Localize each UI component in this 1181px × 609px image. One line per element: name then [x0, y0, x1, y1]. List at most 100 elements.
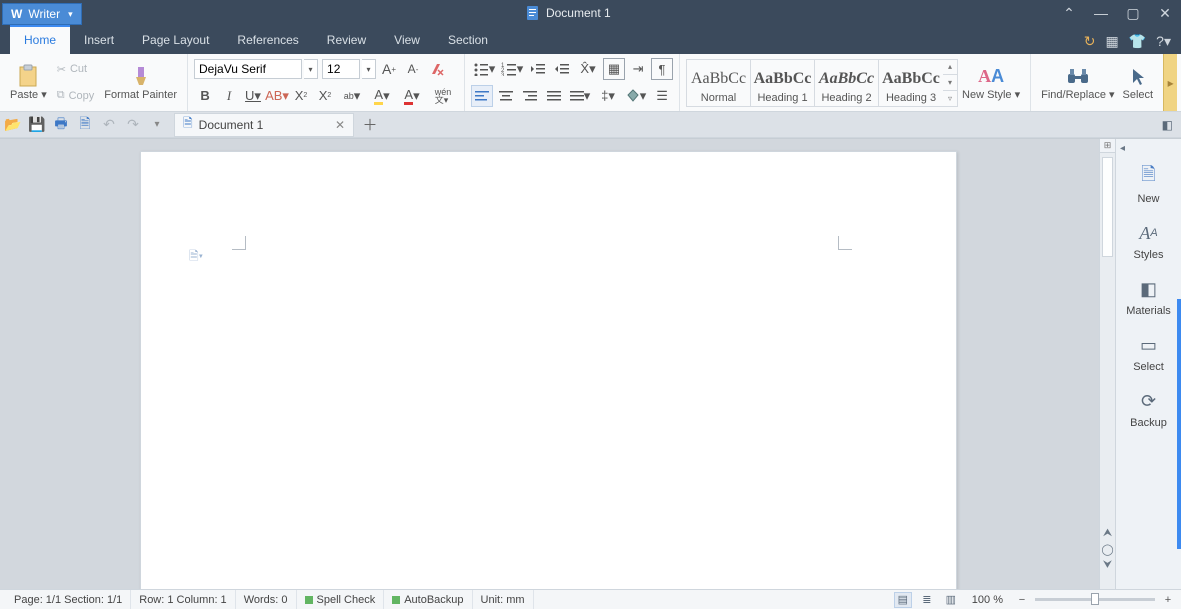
minimize-button[interactable]: — — [1085, 1, 1117, 25]
browse-object-button[interactable]: ◯ — [1100, 541, 1115, 557]
find-replace-button[interactable]: Find/Replace ▾ — [1037, 54, 1118, 111]
font-name-input[interactable] — [194, 59, 302, 79]
tab-insert[interactable]: Insert — [70, 27, 128, 54]
pane-backup[interactable]: ⟳ Backup — [1116, 381, 1181, 437]
format-painter-button[interactable]: Format Painter — [100, 54, 181, 111]
align-left-button[interactable] — [471, 85, 493, 107]
view-page-button[interactable]: ▤ — [894, 592, 912, 608]
strikethrough-button[interactable]: AB▾ — [266, 85, 288, 107]
bullets-button[interactable]: ▾ — [471, 58, 497, 80]
sync-icon[interactable]: ↻ — [1084, 33, 1096, 50]
status-unit[interactable]: Unit: mm — [473, 590, 534, 609]
tab-section[interactable]: Section — [434, 27, 502, 54]
style-heading-2[interactable]: AaBbCc Heading 2 — [815, 60, 879, 106]
tab-review[interactable]: Review — [313, 27, 380, 54]
align-justify-button[interactable] — [543, 85, 565, 107]
vertical-scrollbar[interactable]: ⊞ ⮝ ◯ ⮟ — [1099, 139, 1115, 589]
shading-button[interactable]: ▾ — [623, 85, 649, 107]
style-normal[interactable]: AaBbCc Normal — [687, 60, 751, 106]
subscript-button[interactable]: X2 — [314, 85, 336, 107]
cut-button[interactable]: ✂Cut — [55, 61, 97, 78]
clear-formatting-button[interactable] — [426, 58, 448, 80]
tab-page-layout[interactable]: Page Layout — [128, 27, 223, 54]
increase-indent-button[interactable] — [551, 58, 573, 80]
phonetic-guide-button[interactable]: wén文▾ — [428, 85, 458, 107]
align-center-button[interactable] — [495, 85, 517, 107]
shirt-icon[interactable]: 👕 — [1129, 33, 1146, 50]
italic-button[interactable]: I — [218, 85, 240, 107]
zoom-slider[interactable] — [1035, 598, 1155, 601]
pane-styles[interactable]: AA Styles — [1116, 213, 1181, 269]
copy-button[interactable]: ⧉Copy — [55, 87, 97, 104]
shrink-font-button[interactable]: A- — [402, 58, 424, 80]
page-options-button[interactable]: 🗎▾ — [186, 247, 206, 267]
style-heading-3[interactable]: AaBbCc Heading 3 — [879, 60, 943, 106]
zoom-level[interactable]: 100 % — [972, 594, 1003, 606]
ribbon-collapse-button[interactable]: ⌃ — [1053, 1, 1085, 25]
font-size-input[interactable] — [322, 59, 360, 79]
status-page[interactable]: Page: 1/1 Section: 1/1 — [6, 590, 131, 609]
new-style-button[interactable]: AA New Style ▾ — [958, 54, 1024, 111]
style-heading-1[interactable]: AaBbCc Heading 1 — [751, 60, 815, 106]
bold-button[interactable]: B — [194, 85, 216, 107]
new-tab-button[interactable]: ＋ — [358, 114, 382, 136]
status-spellcheck[interactable]: Spell Check — [297, 590, 385, 609]
styles-gallery-more[interactable]: ▴▾▿ — [943, 60, 957, 106]
superscript-button[interactable]: X2 — [290, 85, 312, 107]
decrease-indent-button[interactable] — [527, 58, 549, 80]
status-rowcol[interactable]: Row: 1 Column: 1 — [131, 590, 235, 609]
document-area[interactable]: 🗎▾ — [0, 139, 1099, 589]
undo-button[interactable]: ↶ — [100, 116, 118, 134]
numbering-button[interactable]: 123▾ — [499, 58, 525, 80]
help-icon[interactable]: ?▾ — [1156, 33, 1171, 50]
align-distributed-button[interactable]: ▾ — [567, 85, 593, 107]
qat-more-button[interactable]: ▾ — [148, 116, 166, 134]
paragraph-settings-button[interactable]: ☰ — [651, 85, 673, 107]
open-button[interactable]: 📂 — [4, 116, 22, 134]
text-direction-button[interactable]: X̂▾ — [575, 58, 601, 80]
document-tab[interactable]: 🗎 Document 1 ✕ — [174, 113, 354, 137]
pane-materials[interactable]: ◧ Materials — [1116, 269, 1181, 325]
tab-view[interactable]: View — [380, 27, 434, 54]
status-autobackup[interactable]: AutoBackup — [384, 590, 472, 609]
align-right-button[interactable] — [519, 85, 541, 107]
paste-button[interactable]: Paste ▾ — [6, 54, 51, 111]
status-words[interactable]: Words: 0 — [236, 590, 297, 609]
picture-icon[interactable]: ▦ — [1106, 33, 1119, 50]
font-size-dropdown[interactable]: ▾ — [362, 59, 376, 79]
change-case-button[interactable]: ab▾ — [338, 85, 366, 107]
close-tab-button[interactable]: ✕ — [335, 118, 345, 132]
borders-button[interactable]: ▦ — [603, 58, 625, 80]
next-page-button[interactable]: ⮟ — [1100, 557, 1115, 573]
show-marks-button[interactable]: ¶ — [651, 58, 673, 80]
save-button[interactable]: 💾 — [28, 116, 46, 134]
view-outline-button[interactable]: ≣ — [918, 592, 936, 608]
ribbon-overflow-button[interactable]: ▸ — [1163, 54, 1177, 111]
pane-select[interactable]: ▭ Select — [1116, 325, 1181, 381]
tab-home[interactable]: Home — [10, 25, 70, 54]
ruler-toggle-button[interactable]: ⊞ — [1100, 139, 1115, 153]
view-web-button[interactable]: ▥ — [942, 592, 960, 608]
tab-references[interactable]: References — [223, 27, 312, 54]
select-button[interactable]: Select — [1119, 54, 1158, 111]
zoom-out-button[interactable]: − — [1015, 593, 1029, 607]
pane-new[interactable]: 🗎 New — [1116, 157, 1181, 213]
zoom-slider-knob[interactable] — [1091, 593, 1099, 605]
print-button[interactable]: 🖶 — [52, 116, 70, 134]
font-color-button[interactable]: A▾ — [398, 85, 426, 107]
app-menu-button[interactable]: W Writer ▾ — [2, 3, 82, 25]
grow-font-button[interactable]: A+ — [378, 58, 400, 80]
zoom-in-button[interactable]: + — [1161, 593, 1175, 607]
panel-toggle-button[interactable]: ◧ — [1162, 118, 1173, 132]
pane-collapse-button[interactable]: ◂ — [1120, 143, 1134, 157]
print-preview-button[interactable]: 🗎 — [76, 116, 94, 134]
line-spacing-button[interactable]: ‡▾ — [595, 85, 621, 107]
font-name-dropdown[interactable]: ▾ — [304, 59, 318, 79]
close-button[interactable]: ✕ — [1149, 1, 1181, 25]
page[interactable]: 🗎▾ — [140, 151, 957, 589]
underline-button[interactable]: U▾ — [242, 85, 264, 107]
maximize-button[interactable]: ▢ — [1117, 1, 1149, 25]
redo-button[interactable]: ↷ — [124, 116, 142, 134]
tab-stops-button[interactable]: ⇥ — [627, 58, 649, 80]
scrollbar-thumb[interactable] — [1102, 157, 1113, 257]
